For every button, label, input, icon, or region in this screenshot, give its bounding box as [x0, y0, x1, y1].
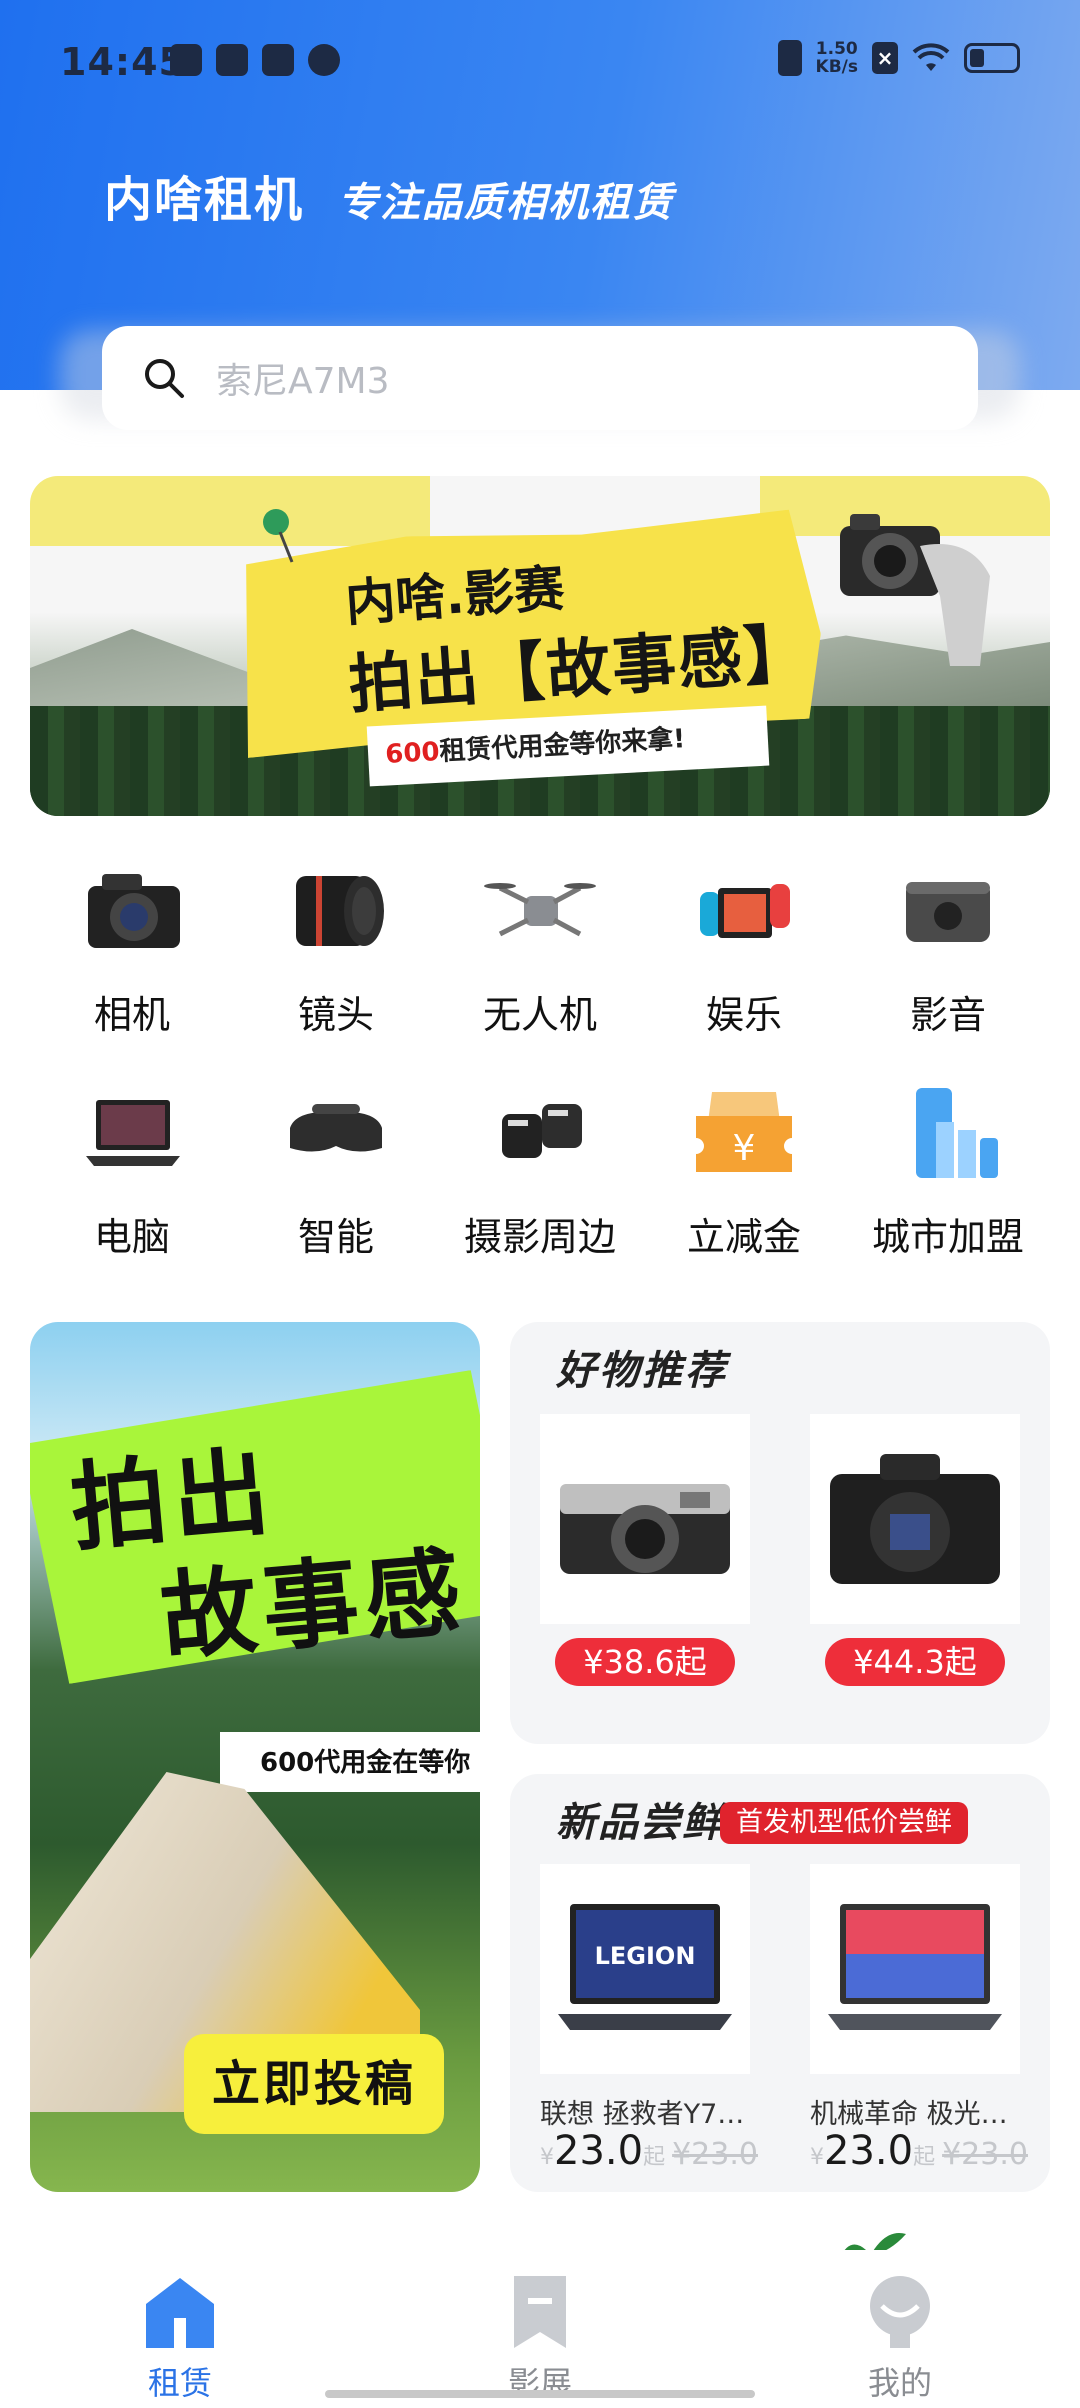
net-speed: 1.50 KB/s [815, 39, 858, 77]
promo-strip-text: 600代用金在等你 [260, 1748, 471, 1778]
promo-line2: 故事感 [156, 1535, 472, 1675]
notification-icons [170, 44, 340, 76]
tab-profile[interactable]: 我的 [800, 2274, 1000, 2404]
home-indicator[interactable] [325, 2390, 755, 2398]
product-legion[interactable]: LEGION [540, 1864, 750, 2074]
wallet-notification-icon [262, 44, 294, 76]
category-accessories[interactable]: 摄影周边 [440, 1082, 640, 1261]
microphone-icon [502, 1104, 582, 1158]
submit-entry-button[interactable]: 立即投稿 [184, 2034, 444, 2134]
message-notification-icon [216, 44, 248, 76]
svg-text:¥: ¥ [733, 1128, 756, 1169]
category-camera[interactable]: 相机 [32, 860, 232, 1039]
app-notification-icon [170, 44, 202, 76]
status-bar: 14:45 1.50 KB/s × [0, 0, 1080, 130]
launch-discount-badge: 首发机型低价尝鲜 [720, 1802, 968, 1844]
svg-text:LEGION: LEGION [595, 1942, 696, 1970]
laptop-icon [828, 1904, 1002, 2030]
vr-headset-icon [290, 1104, 382, 1152]
app-slogan: 专注品质相机租赁 [338, 180, 674, 226]
mirrorless-camera-icon [830, 1454, 1000, 1584]
projector-icon [906, 882, 990, 942]
tab-rental[interactable]: 租赁 [80, 2274, 280, 2404]
camera-icon [88, 874, 180, 948]
search-input[interactable]: 索尼A7M3 [102, 326, 978, 430]
price-badge: ¥44.3起 [825, 1638, 1005, 1686]
price-badge: ¥38.6起 [555, 1638, 735, 1686]
product-name: 机械革命 极光… [810, 2099, 1008, 2130]
hand-image [920, 544, 990, 666]
coupon-icon: ¥ [696, 1092, 792, 1172]
pushpin-icon [263, 509, 294, 563]
category-lens[interactable]: 镜头 [236, 860, 436, 1039]
recommend-card: 好物推荐 ¥38.6起 ¥44.3起 [510, 1322, 1050, 1744]
rangefinder-camera-icon [560, 1484, 730, 1574]
user-icon [870, 2276, 930, 2348]
drone-icon [484, 883, 596, 937]
status-time: 14:45 [60, 40, 186, 84]
product-sony[interactable] [810, 1414, 1020, 1624]
tab-gallery[interactable]: 影展 [440, 2274, 640, 2404]
app-title: 内啥租机 [104, 172, 305, 228]
category-drone[interactable]: 无人机 [440, 860, 640, 1039]
home-icon [146, 2278, 214, 2348]
bookmark-icon [514, 2276, 566, 2348]
category-smart[interactable]: 智能 [236, 1082, 436, 1261]
bottom-nav: 租赁 影展 我的 [0, 2250, 1080, 2408]
new-products-title: 新品尝鲜 [556, 1800, 724, 1846]
gaming-laptop-icon: LEGION [558, 1904, 732, 2030]
wifi-icon [912, 43, 950, 71]
product-price: ¥23.0起 ¥23.0 [540, 2128, 758, 2174]
contest-promo-card[interactable]: 拍出 故事感 600代用金在等你 立即投稿 [30, 1322, 480, 2192]
cat-notification-icon [308, 44, 340, 76]
recommend-title: 好物推荐 [556, 1348, 728, 1394]
new-products-card: 新品尝鲜 首发机型低价尝鲜 LEGION 联想 拯救者Y7… ¥23.0起 ¥2… [510, 1774, 1050, 2192]
city-chart-icon [916, 1088, 998, 1178]
product-mechrevo[interactable] [810, 1864, 1020, 2074]
category-computer[interactable]: 电脑 [32, 1082, 232, 1261]
system-icons: 1.50 KB/s × [777, 39, 1020, 77]
laptop-icon [86, 1100, 180, 1166]
category-av[interactable]: 影音 [848, 860, 1048, 1039]
x-status-icon: × [872, 42, 898, 74]
search-icon [145, 359, 184, 398]
game-console-icon [700, 884, 790, 938]
promo-banner[interactable]: 内啥.影赛 拍出【故事感】 600租赁代用金等你来拿! [30, 476, 1050, 816]
category-coupon[interactable]: ¥ 立减金 [644, 1082, 844, 1261]
product-name: 联想 拯救者Y7… [540, 2099, 745, 2130]
lens-icon [296, 876, 384, 946]
product-price: ¥23.0起 ¥23.0 [810, 2128, 1028, 2174]
category-entertainment[interactable]: 娱乐 [644, 860, 844, 1039]
category-city-franchise[interactable]: 城市加盟 [848, 1082, 1048, 1261]
vibrate-icon [777, 40, 802, 76]
product-fujifilm[interactable] [540, 1414, 750, 1624]
battery-icon [964, 43, 1020, 73]
search-placeholder: 索尼A7M3 [216, 361, 390, 402]
